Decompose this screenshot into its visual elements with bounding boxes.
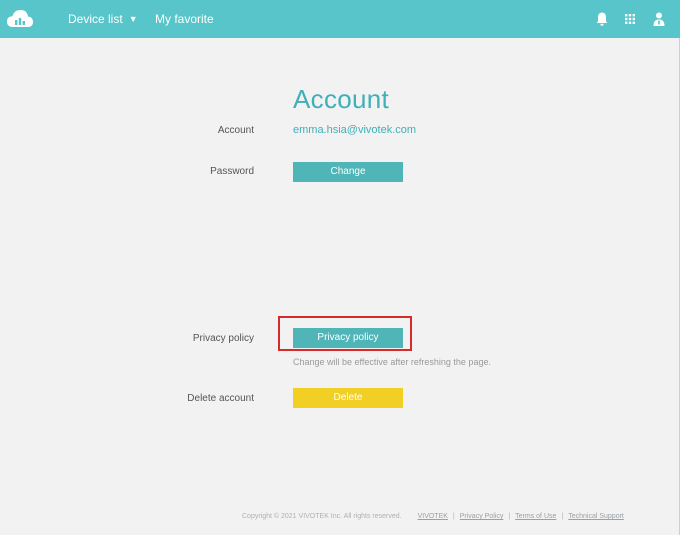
change-password-button[interactable]: Change bbox=[293, 162, 403, 182]
footer-link-terms-of-use[interactable]: Terms of Use bbox=[515, 513, 556, 520]
nav-my-favorite[interactable]: My favorite bbox=[155, 12, 214, 26]
footer: Copyright © 2021 VIVOTEK Inc. All rights… bbox=[242, 513, 624, 520]
account-email: emma.hsia@vivotek.com bbox=[293, 124, 417, 136]
user-icon[interactable] bbox=[652, 11, 666, 27]
footer-link-technical-support[interactable]: Technical Support bbox=[568, 513, 624, 520]
apps-grid-icon[interactable] bbox=[623, 11, 637, 27]
footer-separator: | bbox=[508, 513, 511, 520]
footer-separator: | bbox=[561, 513, 564, 520]
nav-device-list-label: Device list bbox=[68, 12, 123, 26]
page-title: Account bbox=[293, 84, 390, 114]
delete-account-label: Delete account bbox=[187, 393, 254, 404]
footer-link-privacy-policy[interactable]: Privacy Policy bbox=[460, 513, 504, 520]
delete-account-button[interactable]: Delete bbox=[293, 388, 403, 408]
nav-device-list[interactable]: Device list ▼ bbox=[68, 12, 138, 26]
footer-separator: | bbox=[452, 513, 455, 520]
privacy-note: Change will be effective after refreshin… bbox=[293, 357, 491, 367]
cloud-logo-icon[interactable] bbox=[6, 8, 34, 30]
account-label: Account bbox=[217, 125, 254, 136]
bell-icon[interactable] bbox=[595, 11, 609, 27]
footer-copyright: Copyright © 2021 VIVOTEK Inc. All rights… bbox=[242, 513, 402, 520]
footer-link-vivotek[interactable]: VIVOTEK bbox=[418, 513, 448, 520]
top-navigation-bar: Device list ▼ My favorite bbox=[0, 0, 680, 38]
password-label: Password bbox=[210, 166, 254, 177]
highlight-box bbox=[278, 316, 412, 351]
privacy-policy-label: Privacy policy bbox=[192, 333, 254, 344]
chevron-down-icon: ▼ bbox=[128, 14, 138, 24]
